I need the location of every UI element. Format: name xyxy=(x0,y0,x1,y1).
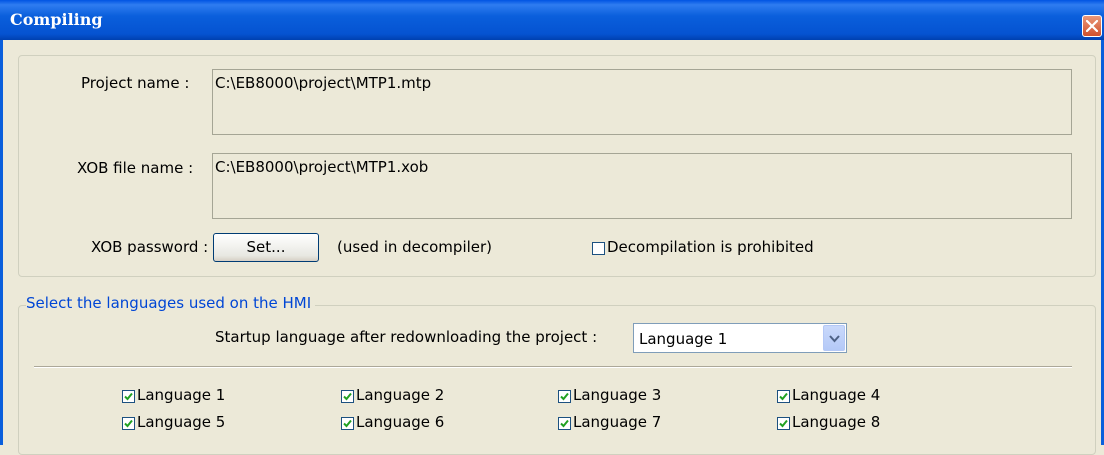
project-name-label: Project name : xyxy=(81,74,190,92)
decompilation-label[interactable]: Decompilation is prohibited xyxy=(607,238,814,256)
startup-language-select[interactable]: Language 1 xyxy=(633,323,847,353)
password-note: (used in decompiler) xyxy=(337,238,493,256)
language-label[interactable]: Language 8 xyxy=(792,413,880,431)
language-label[interactable]: Language 7 xyxy=(573,413,661,431)
language-5-checkbox[interactable] xyxy=(122,417,135,430)
close-button[interactable] xyxy=(1082,15,1102,37)
xob-file-name-field: C:\EB8000\project\MTP1.xob xyxy=(212,153,1072,219)
startup-language-label: Startup language after redownloading the… xyxy=(215,328,598,346)
title-bar: Compiling xyxy=(0,0,1104,40)
language-label[interactable]: Language 5 xyxy=(137,413,225,431)
language-1-checkbox[interactable] xyxy=(122,390,135,403)
checkmark-icon xyxy=(343,392,352,401)
project-name-field: C:\EB8000\project\MTP1.mtp xyxy=(212,69,1072,135)
language-2-checkbox[interactable] xyxy=(341,390,354,403)
language-label[interactable]: Language 2 xyxy=(356,386,444,404)
xob-file-name-label: XOB file name : xyxy=(77,159,194,177)
checkmark-icon xyxy=(779,392,788,401)
languages-group-title: Select the languages used on the HMI xyxy=(26,294,316,312)
language-label[interactable]: Language 1 xyxy=(137,386,225,404)
language-3-checkbox[interactable] xyxy=(558,390,571,403)
checkmark-icon xyxy=(560,392,569,401)
set-password-button[interactable]: Set... xyxy=(213,233,319,262)
language-label[interactable]: Language 6 xyxy=(356,413,444,431)
checkmark-icon xyxy=(779,419,788,428)
language-label[interactable]: Language 3 xyxy=(573,386,661,404)
language-4-checkbox[interactable] xyxy=(777,390,790,403)
startup-language-value: Language 1 xyxy=(639,330,728,348)
checkmark-icon xyxy=(343,419,352,428)
window-title: Compiling xyxy=(10,10,103,29)
checkmark-icon xyxy=(560,419,569,428)
chevron-down-icon xyxy=(829,335,840,343)
language-label[interactable]: Language 4 xyxy=(792,386,880,404)
project-name-value: C:\EB8000\project\MTP1.mtp xyxy=(215,74,432,92)
xob-file-name-value: C:\EB8000\project\MTP1.xob xyxy=(215,158,429,176)
checkmark-icon xyxy=(124,419,133,428)
decompilation-checkbox[interactable] xyxy=(592,242,605,255)
close-icon xyxy=(1086,20,1098,32)
dropdown-button[interactable] xyxy=(823,325,845,351)
checkmark-icon xyxy=(124,392,133,401)
language-6-checkbox[interactable] xyxy=(341,417,354,430)
language-8-checkbox[interactable] xyxy=(777,417,790,430)
language-7-checkbox[interactable] xyxy=(558,417,571,430)
divider xyxy=(34,366,1072,368)
xob-password-label: XOB password : xyxy=(91,238,209,256)
